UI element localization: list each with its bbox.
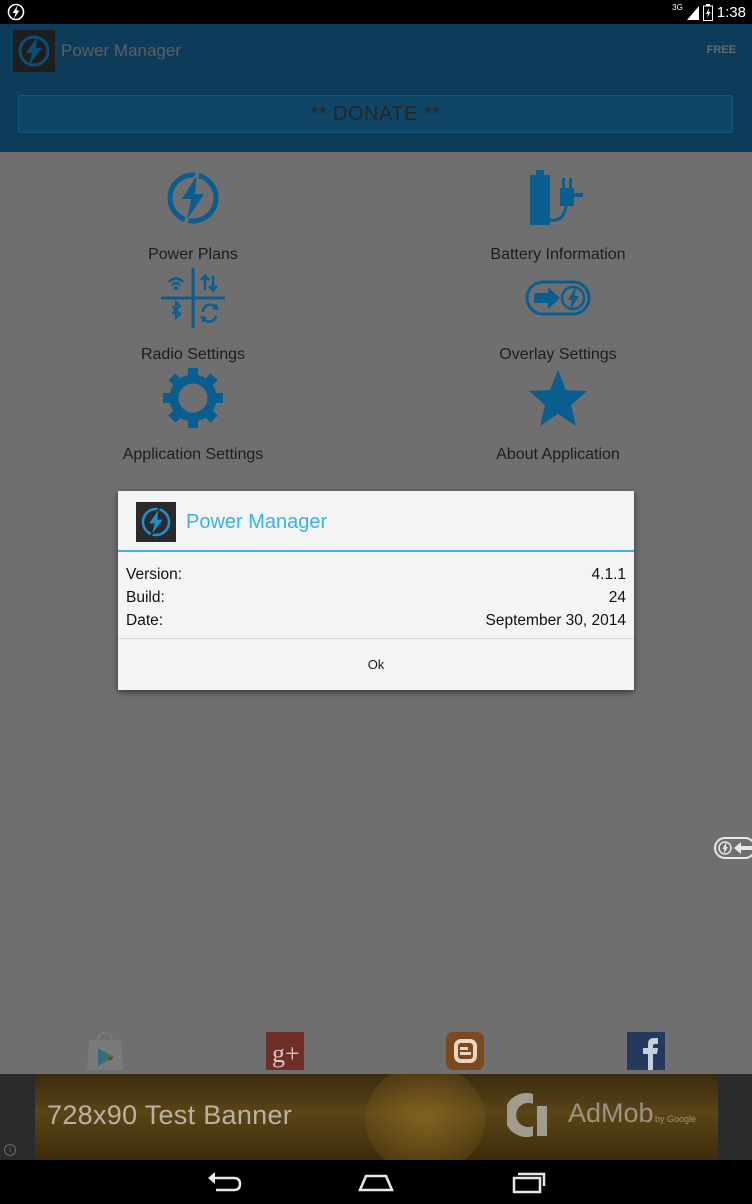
app-title: Power Manager — [61, 41, 182, 60]
home-icon[interactable] — [356, 1168, 396, 1196]
build-row: Build: 24 — [126, 586, 626, 609]
donate-label: ** DONATE ** — [310, 102, 441, 125]
admob-brand: AdMob — [568, 1098, 654, 1128]
star-icon — [529, 370, 587, 426]
ad-banner[interactable]: 728x90 Test Banner AdMob by Google i — [0, 1074, 752, 1160]
admob-by-google: by Google — [655, 1114, 697, 1124]
blogger-icon[interactable] — [446, 1032, 486, 1072]
row-value: 4.1.1 — [591, 566, 626, 583]
overlay-arrow-icon — [525, 280, 591, 316]
back-icon[interactable] — [204, 1168, 244, 1196]
ad-text: 728x90 Test Banner — [47, 1100, 293, 1130]
clock: 1:38 — [716, 3, 746, 21]
network-type: 3G — [672, 2, 683, 12]
date-row: Date: September 30, 2014 — [126, 609, 626, 632]
menu-item-overlay-settings[interactable]: Overlay Settings — [428, 262, 688, 363]
row-value: 24 — [608, 589, 626, 606]
google-play-icon[interactable] — [85, 1032, 125, 1072]
power-manager-notification-icon — [7, 3, 25, 21]
menu-item-about-application[interactable]: About Application — [428, 362, 688, 463]
gear-icon — [163, 368, 223, 428]
app-bar: Power Manager FREE ** DONATE ** — [0, 24, 752, 152]
free-badge: FREE — [706, 44, 736, 56]
google-plus-icon[interactable]: g+ — [266, 1032, 306, 1072]
row-label: Date: — [126, 612, 164, 629]
navigation-bar — [0, 1160, 752, 1204]
dialog-title: Power Manager — [186, 511, 328, 533]
recent-apps-icon[interactable] — [508, 1168, 548, 1196]
status-bar: 3G 1:38 — [0, 0, 752, 24]
overlay-handle-icon[interactable] — [714, 837, 752, 859]
donate-button[interactable]: ** DONATE ** — [18, 95, 733, 133]
dialog-header: Power Manager — [118, 491, 634, 552]
signal-icon — [686, 6, 699, 20]
lightning-circle-icon — [167, 171, 219, 225]
menu-item-radio-settings[interactable]: Radio Settings — [63, 262, 323, 363]
dialog-info-rows: Version: 4.1.1 Build: 24 Date: September… — [126, 563, 626, 632]
about-dialog: Power Manager Version: 4.1.1 Build: 24 D… — [118, 491, 634, 690]
menu-item-power-plans[interactable]: Power Plans — [63, 162, 323, 263]
version-row: Version: 4.1.1 — [126, 563, 626, 586]
app-logo-icon — [13, 30, 55, 72]
svg-text:g+: g+ — [272, 1039, 300, 1068]
row-label: Version: — [126, 566, 183, 583]
battery-plug-icon — [530, 170, 583, 225]
menu-item-label: About Application — [496, 446, 620, 463]
facebook-icon[interactable] — [627, 1032, 667, 1072]
ad-info-icon[interactable]: i — [4, 1144, 16, 1156]
ad-banner-image[interactable]: 728x90 Test Banner AdMob by Google — [35, 1074, 718, 1160]
radio-grid-icon — [161, 268, 225, 328]
menu-item-label: Application Settings — [122, 446, 264, 463]
app-logo-icon — [136, 502, 176, 542]
admob-logo-icon — [507, 1093, 547, 1137]
ok-button[interactable]: Ok — [118, 638, 634, 690]
row-value: September 30, 2014 — [485, 612, 626, 629]
battery-icon — [702, 3, 713, 21]
menu-item-application-settings[interactable]: Application Settings — [63, 362, 323, 463]
social-links: g+ — [0, 1030, 752, 1074]
menu-item-battery-information[interactable]: Battery Information — [428, 162, 688, 263]
row-label: Build: — [126, 589, 165, 606]
